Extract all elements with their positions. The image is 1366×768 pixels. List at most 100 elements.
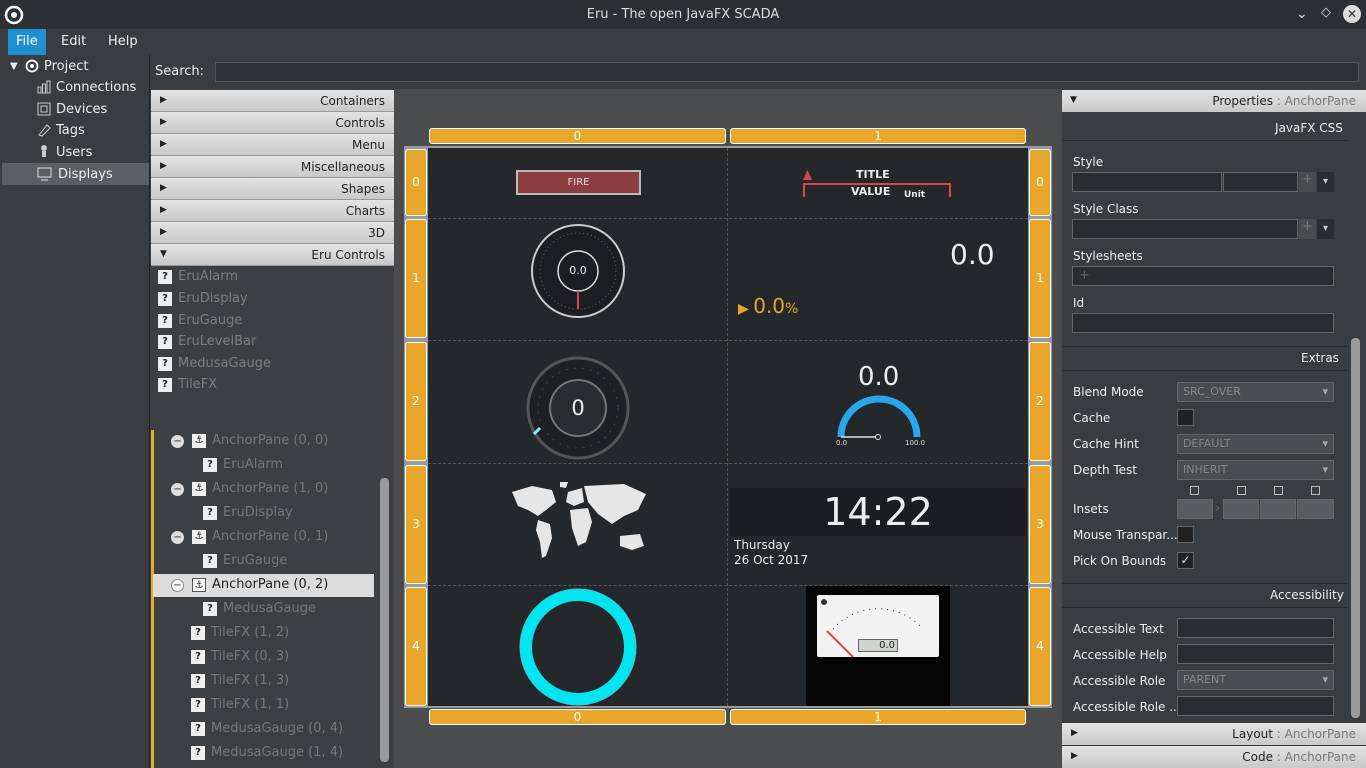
tree-devices[interactable]: Devices bbox=[56, 99, 107, 120]
row-header-2[interactable]: 2 bbox=[405, 342, 427, 461]
eru-display-widget[interactable]: TITLE VALUE Unit bbox=[800, 166, 955, 200]
hierarchy-row[interactable]: ? EruDisplay bbox=[203, 502, 293, 524]
style-field[interactable] bbox=[1072, 172, 1222, 192]
layout-header[interactable]: ▶ Layout : AnchorPane bbox=[1062, 723, 1366, 745]
hierarchy-row[interactable]: ? TileFX (1, 1) bbox=[191, 694, 289, 716]
tile-value[interactable]: 0.0 bbox=[950, 238, 995, 271]
inset-lock-icon[interactable] bbox=[1311, 486, 1320, 495]
palette-charts[interactable]: ▶ Charts bbox=[151, 200, 394, 222]
row-header-3[interactable]: 3 bbox=[405, 465, 427, 584]
column-footer-0[interactable]: 0 bbox=[429, 709, 726, 725]
hierarchy-row[interactable]: ? TileFX (0, 3) bbox=[191, 646, 289, 668]
hierarchy-scrollbar[interactable] bbox=[380, 478, 389, 762]
palette-shapes[interactable]: ▶ Shapes bbox=[151, 178, 394, 200]
search-input[interactable] bbox=[215, 62, 1359, 82]
hierarchy-row[interactable]: − ⚓ AnchorPane (1, 0) bbox=[171, 478, 328, 500]
palette-item-eru-level-bar[interactable]: ? EruLevelBar bbox=[158, 334, 256, 354]
palette-item-eru-gauge[interactable]: ? EruGauge bbox=[158, 313, 242, 333]
analog-meter-widget[interactable]: 0.0 bbox=[806, 586, 950, 706]
add-style-icon[interactable]: + bbox=[1299, 172, 1316, 192]
arc-gauge-widget[interactable] bbox=[836, 395, 922, 441]
inset-bottom-field[interactable] bbox=[1260, 499, 1296, 519]
inset-top-field[interactable] bbox=[1177, 499, 1213, 519]
hierarchy-row[interactable]: ? EruAlarm bbox=[203, 454, 283, 476]
row-header-0[interactable]: 0 bbox=[405, 149, 427, 216]
arc-gauge-value[interactable]: 0.0 bbox=[858, 362, 899, 392]
column-header-1[interactable]: 1 bbox=[730, 128, 1026, 144]
world-map-widget[interactable] bbox=[508, 480, 650, 570]
tree-tags[interactable]: Tags bbox=[56, 120, 85, 141]
cache-checkbox[interactable] bbox=[1177, 409, 1194, 426]
pick-on-bounds-checkbox[interactable]: ✓ bbox=[1177, 552, 1194, 569]
style-class-field[interactable] bbox=[1072, 219, 1298, 239]
close-icon[interactable]: ✕ bbox=[1343, 5, 1361, 23]
style-class-dropdown-icon[interactable]: ▾ bbox=[1317, 219, 1334, 239]
hierarchy-row[interactable]: − ⚓ AnchorPane (0, 0) bbox=[171, 430, 328, 452]
inset-right-field[interactable] bbox=[1223, 499, 1259, 519]
accessible-help-field[interactable] bbox=[1177, 644, 1334, 664]
menu-edit[interactable]: Edit bbox=[53, 29, 94, 55]
add-style-class-icon[interactable]: + bbox=[1299, 219, 1316, 239]
style-field-extra[interactable] bbox=[1223, 172, 1298, 192]
accessible-role-desc-field[interactable] bbox=[1177, 696, 1334, 716]
row-header-right-2[interactable]: 2 bbox=[1029, 342, 1051, 461]
properties-header[interactable]: ▼ Properties : AnchorPane bbox=[1062, 90, 1366, 112]
cache-hint-select[interactable]: DEFAULT bbox=[1177, 434, 1334, 454]
row-header-right-4[interactable]: 4 bbox=[1029, 587, 1051, 706]
clock-time[interactable]: 14:22 bbox=[730, 490, 1026, 534]
tree-connections[interactable]: Connections bbox=[56, 77, 136, 98]
blend-mode-select[interactable]: SRC_OVER bbox=[1177, 382, 1334, 402]
eru-gauge-widget[interactable]: 0.0 bbox=[530, 223, 626, 319]
row-header-right-3[interactable]: 3 bbox=[1029, 465, 1051, 584]
hierarchy-row-selected[interactable]: − ⚓ AnchorPane (0, 2) bbox=[171, 574, 328, 596]
inset-left-field[interactable] bbox=[1297, 499, 1334, 519]
gauge-value: 0.0 bbox=[569, 264, 587, 277]
inset-lock-icon[interactable] bbox=[1190, 486, 1199, 495]
maximize-icon[interactable]: ◇ bbox=[1321, 5, 1331, 20]
palette-3d[interactable]: ▶ 3D bbox=[151, 222, 394, 244]
hierarchy-row[interactable]: ? TileFX (1, 3) bbox=[191, 670, 289, 692]
hierarchy-row[interactable]: ? MedusaGauge bbox=[203, 598, 316, 620]
hierarchy-row[interactable]: ? MedusaGauge (1, 4) bbox=[191, 742, 343, 764]
tree-project[interactable]: Project bbox=[44, 56, 88, 77]
palette-miscellaneous[interactable]: ▶ Miscellaneous bbox=[151, 156, 394, 178]
knob-widget[interactable]: 0 bbox=[526, 356, 630, 460]
menu-file[interactable]: File bbox=[8, 29, 46, 55]
inset-lock-icon[interactable] bbox=[1237, 486, 1246, 495]
accessible-role-select[interactable]: PARENT bbox=[1177, 670, 1334, 690]
eru-alarm-widget[interactable]: FIRE bbox=[516, 170, 641, 195]
column-footer-1[interactable]: 1 bbox=[730, 709, 1026, 725]
palette-item-tilefx[interactable]: ? TileFX bbox=[158, 377, 217, 397]
menu-help[interactable]: Help bbox=[100, 29, 146, 55]
accessible-text-field[interactable] bbox=[1177, 618, 1334, 638]
minimize-icon[interactable]: ⌄ bbox=[1296, 6, 1308, 22]
hierarchy-row[interactable]: − ⚓ AnchorPane (0, 1) bbox=[171, 526, 328, 548]
column-header-0[interactable]: 0 bbox=[429, 128, 726, 144]
tile-percent[interactable]: ▶ 0.0% bbox=[738, 294, 798, 318]
tree-users[interactable]: Users bbox=[56, 142, 92, 163]
palette-controls[interactable]: ▶ Controls bbox=[151, 112, 394, 134]
tree-expand-icon[interactable]: ▼ bbox=[10, 56, 18, 77]
tree-displays[interactable]: Displays bbox=[58, 164, 113, 185]
palette-menu[interactable]: ▶ Menu bbox=[151, 134, 394, 156]
palette-containers[interactable]: ▶ Containers bbox=[151, 90, 394, 112]
code-header[interactable]: ▶ Code : AnchorPane bbox=[1062, 746, 1366, 768]
row-header-right-1[interactable]: 1 bbox=[1029, 219, 1051, 338]
mouse-transparent-checkbox[interactable] bbox=[1177, 526, 1194, 543]
palette-eru-controls[interactable]: ▼ Eru Controls bbox=[151, 244, 394, 266]
hierarchy-row[interactable]: ? TileFX (1, 2) bbox=[191, 622, 289, 644]
inset-lock-icon[interactable] bbox=[1274, 486, 1283, 495]
palette-item-medusa-gauge[interactable]: ? MedusaGauge bbox=[158, 356, 271, 376]
row-header-1[interactable]: 1 bbox=[405, 219, 427, 338]
style-dropdown-icon[interactable]: ▾ bbox=[1317, 172, 1334, 192]
hierarchy-row[interactable]: ? EruGauge bbox=[203, 550, 287, 572]
id-field[interactable] bbox=[1072, 313, 1334, 333]
row-header-right-0[interactable]: 0 bbox=[1029, 149, 1051, 216]
hierarchy-row[interactable]: ? MedusaGauge (0, 4) bbox=[191, 718, 343, 740]
stylesheets-field[interactable]: + bbox=[1072, 266, 1334, 286]
row-header-4[interactable]: 4 bbox=[405, 587, 427, 706]
palette-item-eru-alarm[interactable]: ? EruAlarm bbox=[158, 269, 238, 289]
properties-scrollbar[interactable] bbox=[1351, 338, 1360, 718]
depth-test-select[interactable]: INHERIT bbox=[1177, 460, 1334, 480]
palette-item-eru-display[interactable]: ? EruDisplay bbox=[158, 291, 248, 311]
